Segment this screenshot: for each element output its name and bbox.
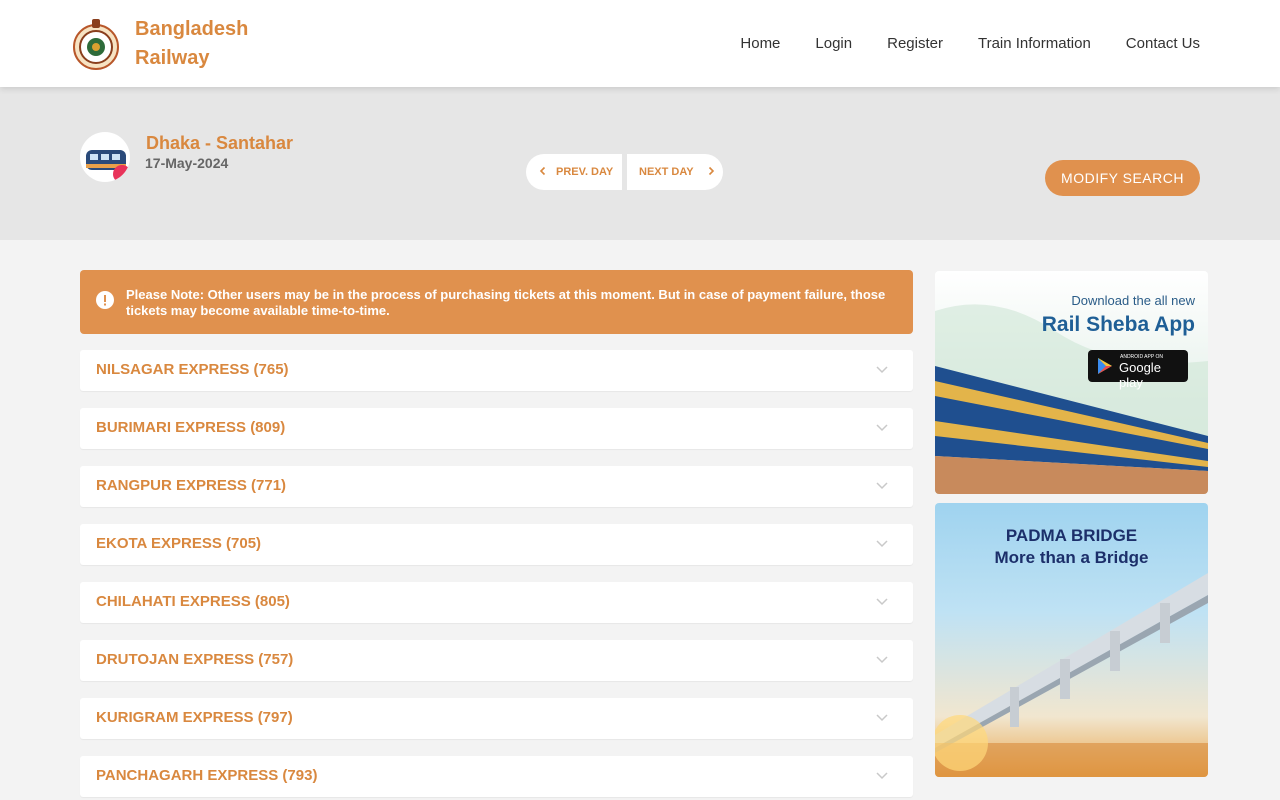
site-header: Bangladesh Railway Home Login Register T… <box>0 0 1280 87</box>
modify-search-button[interactable]: MODIFY SEARCH <box>1045 160 1200 196</box>
chevron-right-icon <box>706 166 716 179</box>
google-play-icon <box>1098 358 1112 374</box>
chevron-left-icon <box>538 166 548 179</box>
notice-banner: Please Note: Other users may be in the p… <box>80 270 913 334</box>
brand-line-2: Railway <box>135 47 210 69</box>
nav-login[interactable]: Login <box>815 33 852 55</box>
chevron-down-icon <box>876 424 888 432</box>
train-row[interactable]: RANGPUR EXPRESS (771) <box>80 466 913 507</box>
nav-contact-us[interactable]: Contact Us <box>1126 33 1200 55</box>
train-row[interactable]: CHILAHATI EXPRESS (805) <box>80 582 913 623</box>
chevron-down-icon <box>876 656 888 664</box>
app-banner-subtitle: Download the all new <box>1071 293 1195 308</box>
chevron-down-icon <box>876 366 888 374</box>
brand-name[interactable]: Bangladesh Railway <box>135 15 248 73</box>
train-name: BURIMARI EXPRESS (809) <box>96 419 286 436</box>
chevron-down-icon <box>876 714 888 722</box>
main-nav: Home Login Register Train Information Co… <box>705 33 1200 55</box>
train-name: EKOTA EXPRESS (705) <box>96 535 262 552</box>
google-play-label: Google play <box>1119 360 1161 390</box>
train-row[interactable]: NILSAGAR EXPRESS (765) <box>80 350 913 391</box>
google-play-badge[interactable]: ANDROID APP ON Google play <box>1088 350 1188 390</box>
rail-sheba-app-banner[interactable]: Download the all new Rail Sheba App ANDR… <box>935 271 1208 494</box>
train-name: RANGPUR EXPRESS (771) <box>96 477 287 494</box>
bangladesh-railway-logo[interactable] <box>72 16 120 76</box>
app-banner-title: Rail Sheba App <box>1041 313 1195 336</box>
route-title: Dhaka - Santahar <box>146 133 294 153</box>
train-name: KURIGRAM EXPRESS (797) <box>96 709 293 726</box>
next-day-button[interactable]: NEXT DAY <box>627 154 723 190</box>
chevron-down-icon <box>876 482 888 490</box>
bridge-banner-line-2: More than a Bridge <box>994 548 1149 567</box>
prev-day-label: PREV. DAY <box>556 166 614 178</box>
train-row[interactable]: PANCHAGARH EXPRESS (793) <box>80 756 913 797</box>
chevron-down-icon <box>876 598 888 606</box>
journey-date: 17-May-2024 <box>145 155 229 171</box>
prev-day-button[interactable]: PREV. DAY <box>526 154 622 190</box>
bridge-banner-line-1: PADMA BRIDGE <box>1005 526 1138 545</box>
train-row[interactable]: KURIGRAM EXPRESS (797) <box>80 698 913 739</box>
train-name: PANCHAGARH EXPRESS (793) <box>96 767 318 784</box>
train-row[interactable]: BURIMARI EXPRESS (809) <box>80 408 913 449</box>
train-row[interactable]: EKOTA EXPRESS (705) <box>80 524 913 565</box>
train-name: DRUTOJAN EXPRESS (757) <box>96 651 294 668</box>
next-day-label: NEXT DAY <box>639 166 694 178</box>
train-icon <box>80 132 130 182</box>
brand-line-1: Bangladesh <box>135 18 249 40</box>
train-name: NILSAGAR EXPRESS (765) <box>96 361 289 378</box>
padma-bridge-banner[interactable]: PADMA BRIDGE More than a Bridge <box>935 503 1208 777</box>
bridge-banner-title: PADMA BRIDGE More than a Bridge <box>935 525 1208 569</box>
train-row[interactable]: DRUTOJAN EXPRESS (757) <box>80 640 913 681</box>
nav-register[interactable]: Register <box>887 33 943 55</box>
chevron-down-icon <box>876 540 888 548</box>
train-name: CHILAHATI EXPRESS (805) <box>96 593 290 610</box>
nav-train-information[interactable]: Train Information <box>978 33 1091 55</box>
journey-bar: Dhaka - Santahar 17-May-2024 PREV. DAY N… <box>0 87 1280 240</box>
notice-text: Please Note: Other users may be in the p… <box>126 287 886 318</box>
alert-icon <box>96 291 114 309</box>
nav-home[interactable]: Home <box>740 33 780 55</box>
chevron-down-icon <box>876 772 888 780</box>
